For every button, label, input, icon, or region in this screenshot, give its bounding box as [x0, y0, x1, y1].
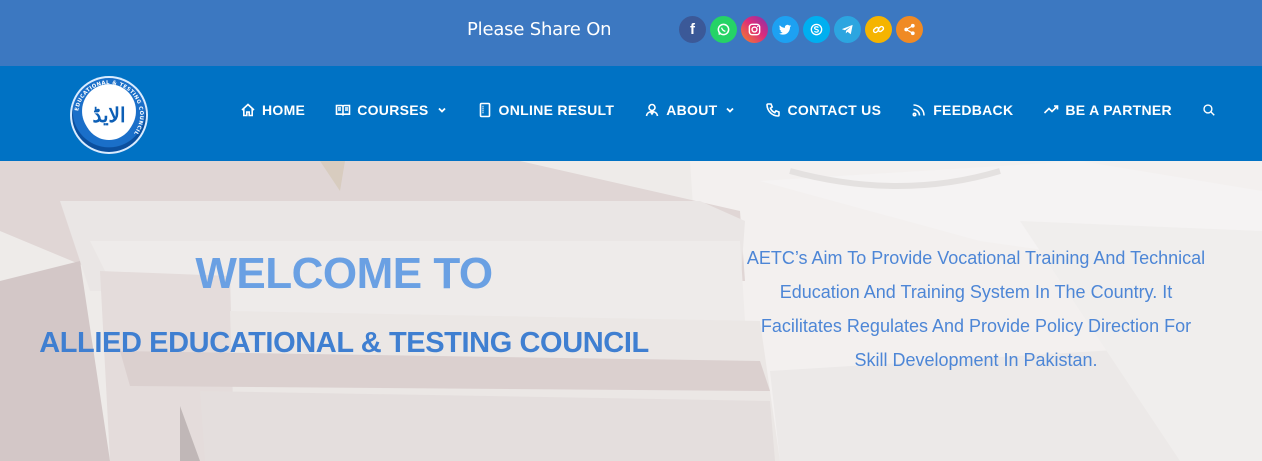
share-icon[interactable] [896, 16, 923, 43]
facebook-glyph: f [690, 21, 695, 38]
welcome-heading: WELCOME TO [195, 249, 493, 298]
nav-item-about[interactable]: ABOUT [644, 102, 735, 118]
facebook-icon[interactable]: f [679, 16, 706, 43]
aim-statement: AETC’s Aim To Provide Vocational Trainin… [726, 241, 1226, 377]
main-navigation: EDUCATIONAL & TESTING COUNCIL الایڈ HOME… [0, 66, 1262, 161]
nav-item-online-result[interactable]: ONLINE RESULT [477, 102, 615, 118]
whatsapp-icon[interactable] [710, 16, 737, 43]
share-bar: Please Share On f [0, 0, 1262, 66]
user-group-icon [645, 103, 659, 117]
nav-item-contact-us-label: CONTACT US [787, 102, 882, 118]
share-icons: f [679, 16, 923, 43]
nav-item-feedback[interactable]: FEEDBACK [911, 102, 1013, 118]
instagram-icon[interactable] [741, 16, 768, 43]
search-icon [1203, 104, 1215, 116]
nav-item-feedback-label: FEEDBACK [933, 102, 1014, 118]
chevron-down-icon [437, 107, 446, 113]
nav-menu: HOME COURSES ONLINE RESULT ABOUT CONTACT… [240, 102, 1216, 118]
aetc-logo[interactable]: EDUCATIONAL & TESTING COUNCIL الایڈ [70, 76, 148, 154]
aim-line: Education And Training System In The Cou… [779, 282, 1173, 302]
nav-item-be-a-partner-label: BE A PARTNER [1065, 102, 1172, 118]
nav-item-contact-us[interactable]: CONTACT US [765, 102, 881, 118]
nav-item-online-result-label: ONLINE RESULT [498, 102, 615, 118]
copy-link-icon[interactable] [865, 16, 892, 43]
book-icon [335, 104, 351, 116]
nav-item-home[interactable]: HOME [240, 102, 305, 118]
document-icon [479, 102, 490, 118]
nav-item-be-a-partner[interactable]: BE A PARTNER [1043, 102, 1172, 118]
nav-item-courses-label: COURSES [357, 102, 429, 118]
skype-icon[interactable] [803, 16, 830, 43]
hero-section: WELCOME TO ALLIED EDUCATIONAL & TESTING … [0, 161, 1262, 461]
twitter-icon[interactable] [772, 16, 799, 43]
aim-line: Facilitates Regulates And Provide Policy… [760, 316, 1192, 336]
council-name-heading: ALLIED EDUCATIONAL & TESTING COUNCIL [39, 327, 649, 359]
nav-item-home-label: HOME [262, 102, 306, 118]
svg-text:EDUCATIONAL & TESTING COUNCIL: EDUCATIONAL & TESTING COUNCIL [74, 80, 144, 136]
aim-line: AETC’s Aim To Provide Vocational Trainin… [746, 248, 1206, 268]
home-icon [241, 103, 255, 117]
chevron-down-icon [726, 107, 735, 113]
logo-ring-graphic: EDUCATIONAL & TESTING COUNCIL [74, 80, 144, 136]
nav-item-about-label: ABOUT [666, 102, 718, 118]
aim-line: Skill Development In Pakistan. [854, 350, 1098, 370]
nav-item-courses[interactable]: COURSES [335, 102, 446, 118]
telegram-icon[interactable] [834, 16, 861, 43]
search-button[interactable] [1202, 103, 1216, 117]
rss-icon [912, 104, 926, 117]
phone-icon [766, 103, 781, 117]
share-label: Please Share On [467, 19, 612, 40]
trend-icon [1044, 105, 1059, 114]
